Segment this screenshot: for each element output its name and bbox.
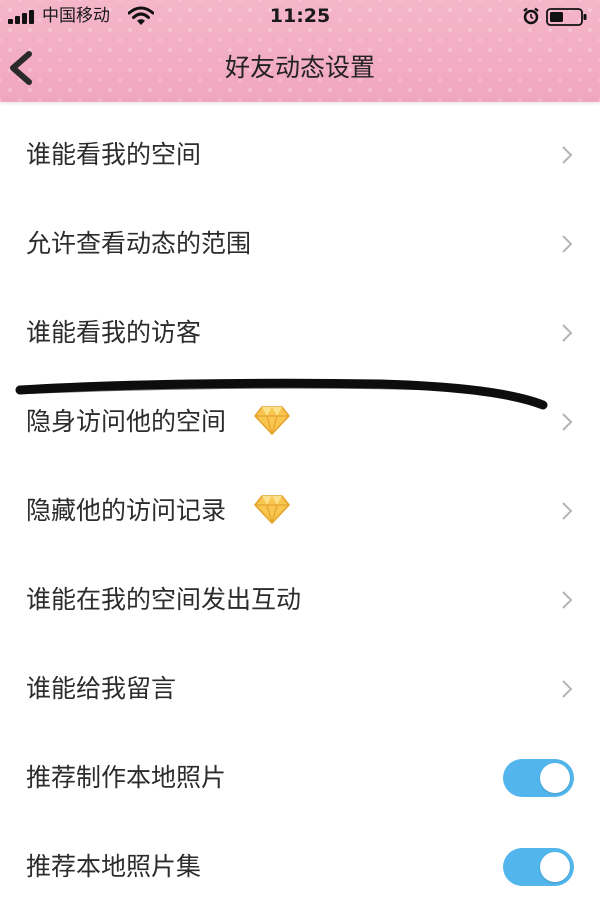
recommend-photo-album-toggle[interactable] [503,848,574,886]
setting-row-recommend-photo-album: 推荐本地照片集 [0,822,600,911]
setting-label: 谁能看我的空间 [26,140,202,169]
settings-list: 谁能看我的空间 允许查看动态的范围 谁能看我的访客 隐身访问他的空间 隐藏他的访… [0,110,600,911]
setting-row-hide-visit-record[interactable]: 隐藏他的访问记录 [0,466,600,555]
battery-icon [546,8,587,26]
page-title: 好友动态设置 [224,53,375,82]
setting-row-feed-view-range[interactable]: 允许查看动态的范围 [0,199,600,288]
chevron-right-icon [562,413,573,431]
setting-label: 推荐制作本地照片 [26,763,227,792]
chevron-right-icon [562,324,573,342]
setting-row-who-can-interact[interactable]: 谁能在我的空间发出互动 [0,555,600,644]
setting-label: 谁能看我的访客 [26,318,202,347]
setting-label: 允许查看动态的范围 [26,229,252,258]
chevron-right-icon [562,146,573,164]
setting-row-who-can-view-space[interactable]: 谁能看我的空间 [0,110,600,199]
setting-label: 推荐本地照片集 [26,852,202,881]
chevron-right-icon [562,591,573,609]
chevron-right-icon [562,235,573,253]
status-bar: 中国移动 11:25 [0,0,600,34]
setting-row-recommend-local-photos: 推荐制作本地照片 [0,733,600,822]
nav-bar: 好友动态设置 [0,34,600,102]
setting-row-who-can-view-visitors[interactable]: 谁能看我的访客 [0,288,600,377]
setting-label: 谁能在我的空间发出互动 [26,585,302,614]
chevron-right-icon [562,502,573,520]
diamond-icon [254,406,290,435]
recommend-local-photos-toggle[interactable] [503,759,574,797]
toggle-knob [540,763,570,793]
setting-label: 谁能给我留言 [26,674,177,703]
setting-label: 隐身访问他的空间 [26,407,227,436]
app-screen: 中国移动 11:25 好友动态设置 谁能看我的空间 允许查看动态的范围 谁能看我… [0,0,600,923]
setting-row-invisible-visit[interactable]: 隐身访问他的空间 [0,377,600,466]
status-time: 11:25 [269,5,331,27]
diamond-icon [254,495,290,524]
chevron-right-icon [562,680,573,698]
alarm-clock-icon [523,7,539,25]
setting-row-who-can-leave-message[interactable]: 谁能给我留言 [0,644,600,733]
toggle-knob [540,852,570,882]
header: 中国移动 11:25 好友动态设置 [0,0,600,102]
setting-label: 隐藏他的访问记录 [26,496,227,525]
